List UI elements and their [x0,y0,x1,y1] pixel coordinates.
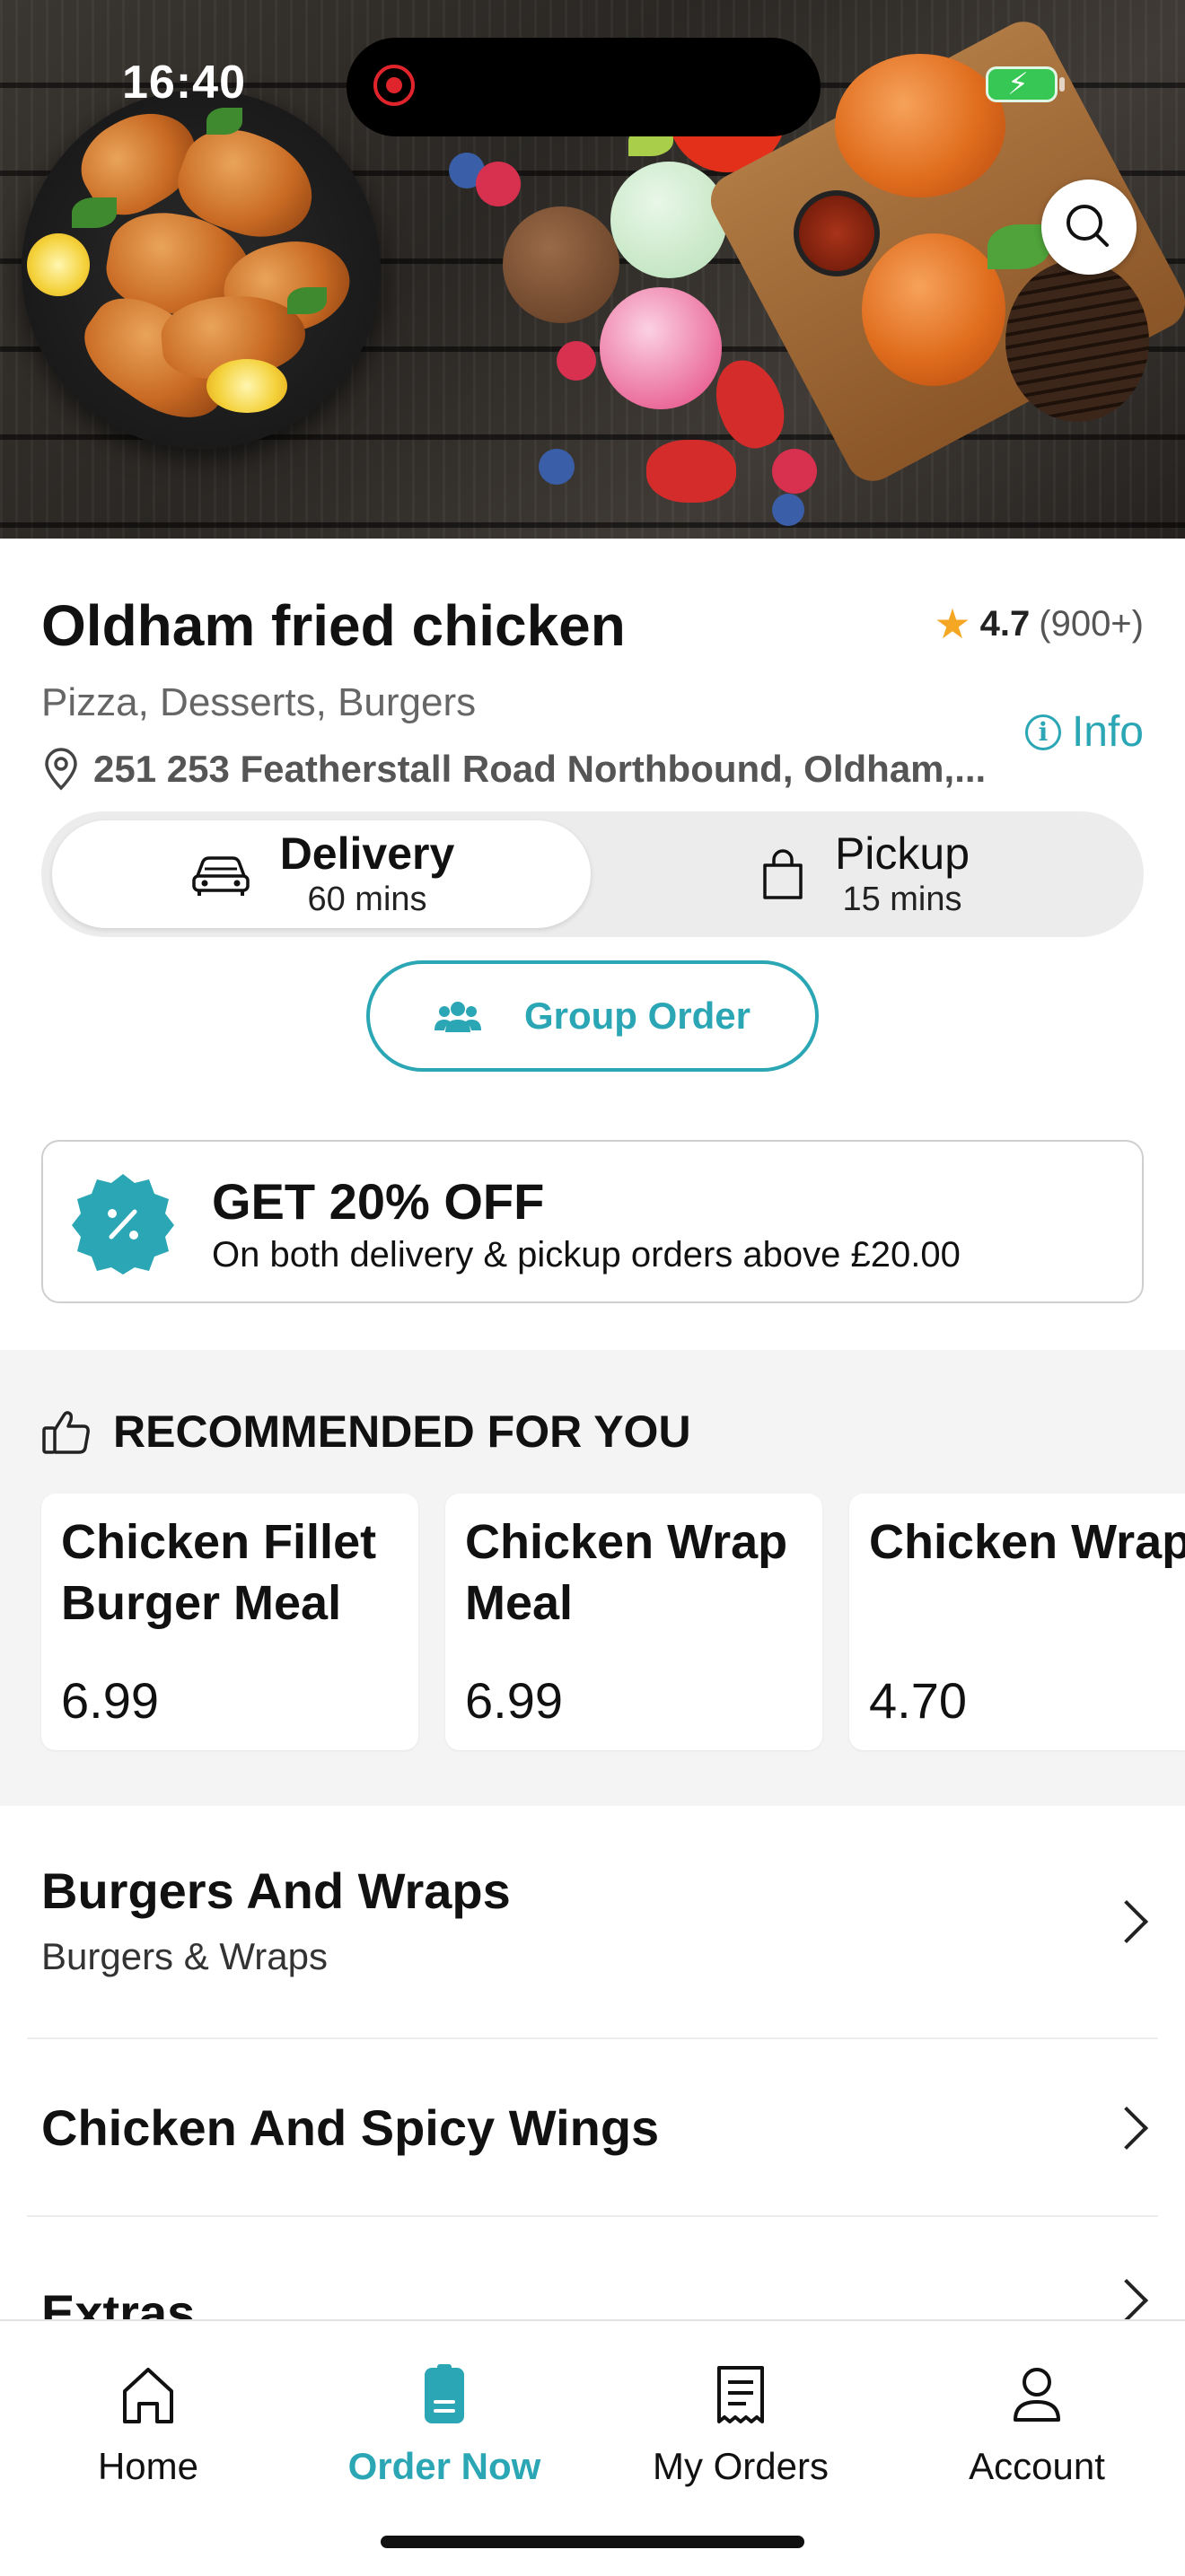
search-button[interactable] [1041,180,1137,275]
recommended-item-price: 6.99 [465,1672,563,1729]
burger-bun [862,233,1005,386]
herb-leaf [72,197,117,228]
group-order-label: Group Order [523,994,751,1037]
ice-cream-scoop [503,206,619,323]
chevron-right-icon [1104,2106,1149,2151]
pickup-text: Pickup 15 mins [835,828,970,920]
recommended-card[interactable]: Chicken Fillet Burger Meal 6.99 [41,1494,418,1750]
cuisine-list: Pizza, Desserts, Burgers [41,680,477,724]
order-icon [425,2364,464,2423]
tab-home[interactable]: Home [0,2361,296,2488]
burger-patty [1005,260,1149,422]
screen-record-icon [373,65,415,106]
category-name: Extras [41,2284,196,2319]
restaurant-name: Oldham fried chicken [41,593,626,658]
delivery-option[interactable]: Delivery 60 mins [52,820,591,928]
person-icon [1014,2368,1060,2422]
shopping-bag-icon [763,849,803,899]
pickup-label: Pickup [834,828,970,879]
blueberry [539,449,575,485]
lemon-wedge [206,359,287,413]
herb-leaf [206,108,242,135]
status-time: 16:40 [122,57,246,109]
sauce-bowl [794,190,880,276]
discount-badge-icon [72,1174,174,1275]
category-row[interactable]: Extras [0,2217,1185,2319]
group-users-icon [434,1002,481,1032]
lemon-wedge [27,233,90,296]
tab-label: Order Now [347,2445,541,2487]
group-order-button[interactable]: Group Order [366,960,819,1072]
burger-bun [835,54,1005,197]
raspberry [772,449,817,494]
recommended-item-name: Chicken Wrap [869,1515,1185,1569]
promo-subtitle: On both delivery & pickup orders above £… [212,1235,961,1275]
recommended-section: RECOMMENDED FOR YOU Chicken Fillet Burge… [0,1350,1185,1806]
category-row[interactable]: Chicken And Spicy Wings [0,2039,1185,2215]
tab-my-orders[interactable]: My Orders [592,2361,889,2488]
ice-cream-scoop [600,287,722,409]
rating-count: (900+) [1039,603,1144,644]
recommended-heading-text: RECOMMENDED FOR YOU [113,1406,691,1457]
category-subtitle: Burgers & Wraps [41,1935,328,1977]
delivery-label: Delivery [279,828,455,879]
recommended-item-price: 6.99 [61,1672,159,1729]
recommended-item-name: Chicken Wrap Meal [465,1515,788,1630]
herb-leaf [287,287,327,314]
star-icon: ★ [934,600,971,647]
recommended-card[interactable]: Chicken Wrap 4.70 [849,1494,1185,1750]
charging-bolt-icon: ⚡ [1007,67,1029,101]
battery-cap [1059,77,1065,92]
home-indicator [381,2536,804,2548]
category-name: Chicken And Spicy Wings [41,2099,660,2156]
delivery-time: 60 mins [307,881,427,918]
tab-label: My Orders [652,2445,829,2487]
delivery-text: Delivery 60 mins [280,828,455,920]
pickup-time: 15 mins [842,881,962,918]
raspberry [557,341,596,381]
recommended-item-name: Chicken Fillet Burger Meal [61,1515,377,1630]
tab-order-now[interactable]: Order Now [296,2361,592,2488]
raspberry [476,162,521,206]
search-icon [1066,205,1109,247]
tab-label: Home [97,2445,199,2487]
category-name: Burgers And Wraps [41,1862,511,1919]
info-icon: i [1024,714,1061,750]
pickup-option[interactable]: Pickup 15 mins [594,820,1133,928]
thumbs-up-icon [42,1411,90,1454]
promo-title: GET 20% OFF [212,1173,545,1230]
location-pin-icon [45,748,77,791]
blueberry [772,494,804,526]
order-mode-toggle: Delivery 60 mins Pickup 15 mins [41,811,1144,937]
category-row[interactable]: Burgers And Wraps Burgers & Wraps [0,1806,1185,2037]
hero-food-image: 16:40 ⚡ [0,0,1185,539]
address: 251 253 Featherstall Road Northbound, Ol… [41,747,986,792]
address-text: 251 253 Featherstall Road Northbound, Ol… [93,748,987,790]
recommended-heading: RECOMMENDED FOR YOU [41,1406,691,1458]
chevron-right-icon [1104,2278,1149,2319]
rating: ★ 4.7 (900+) [934,603,1144,644]
chevron-right-icon [1104,1899,1149,1944]
receipt-icon [717,2366,764,2423]
promo-banner[interactable]: GET 20% OFF On both delivery & pickup or… [41,1140,1144,1303]
home-icon [123,2368,173,2423]
info-link[interactable]: i Info [1024,707,1144,757]
dynamic-island [347,38,821,136]
strawberry [646,440,736,503]
recommended-item-price: 4.70 [869,1672,967,1729]
recommended-card[interactable]: Chicken Wrap Meal 6.99 [445,1494,822,1750]
rating-value: 4.7 [979,603,1031,644]
ice-cream-scoop [610,162,727,278]
tab-account[interactable]: Account [889,2361,1185,2488]
car-icon [191,856,250,896]
info-label: Info [1071,708,1144,756]
tab-label: Account [969,2445,1105,2487]
